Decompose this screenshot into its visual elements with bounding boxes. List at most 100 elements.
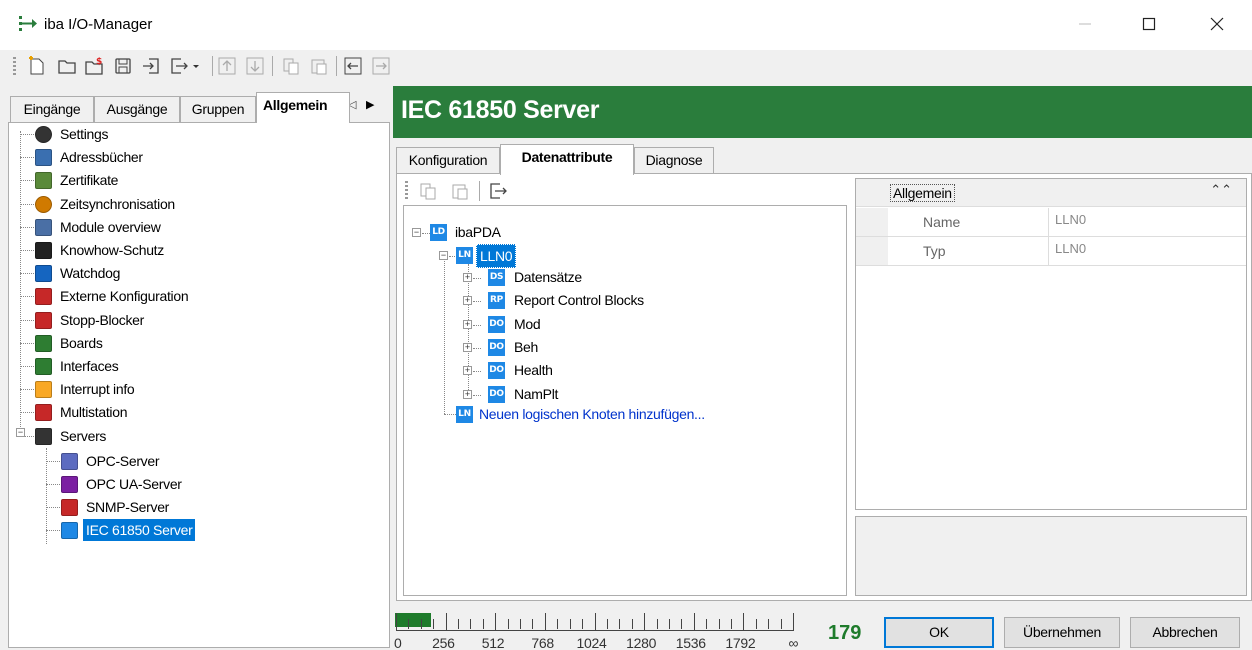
tree-item-report-control-blocks[interactable]: RP Report Control Blocks (488, 289, 748, 311)
export-icon[interactable] (168, 55, 190, 77)
expand-toggle[interactable]: + (463, 389, 472, 399)
tree-line (20, 157, 34, 159)
multistation-icon (35, 404, 52, 422)
scale-tick (470, 619, 472, 629)
tree-item-beh[interactable]: DO Beh (488, 336, 748, 358)
save-icon[interactable] (112, 55, 134, 77)
tree-item-lln0[interactable]: LN LLN0 (456, 244, 656, 268)
tab-scroll-right-icon[interactable]: ▶ (366, 98, 374, 111)
tree-line (473, 371, 481, 373)
apply-button[interactable]: Übernehmen (1004, 617, 1120, 648)
toolbar-grip[interactable] (405, 181, 408, 201)
tree-item-zertifikate[interactable]: Zertifikate (35, 169, 355, 191)
property-row[interactable]: Name LLN0 (856, 208, 1246, 237)
tree-item-mod[interactable]: DO Mod (488, 313, 748, 335)
lln0-collapse-toggle[interactable]: − (439, 251, 448, 260)
tree-item-snmp-server[interactable]: SNMP-Server (61, 496, 381, 518)
tree-item-watchdog[interactable]: Watchdog (35, 262, 355, 284)
tree-item-boards[interactable]: Boards (35, 332, 355, 354)
tree-item-label: Module overview (60, 218, 161, 235)
new-icon[interactable] (26, 55, 48, 77)
tree-item-knowhow-schutz[interactable]: Knowhow-Schutz (35, 239, 355, 261)
tree-item-adressb-cher[interactable]: Adressbücher (35, 146, 355, 168)
tree-item-label: Interfaces (60, 358, 119, 374)
tree-item-zeitsynchronisation[interactable]: Zeitsynchronisation (35, 193, 355, 215)
open-special-icon[interactable]: $ (84, 55, 106, 77)
tree-item-label: LLN0 (476, 244, 517, 268)
tree-item-ibapda[interactable]: LD ibaPDA (430, 221, 630, 243)
tree-item-opc-ua-server[interactable]: OPC UA-Server (61, 473, 381, 495)
toolbar-separator (336, 56, 337, 76)
ok-button[interactable]: OK (884, 617, 994, 648)
scale-tick (445, 613, 447, 631)
collapse-up-icon[interactable]: ⌃⌃ (1210, 182, 1232, 198)
copy-icon[interactable] (417, 180, 439, 202)
tree-item-label: Externe Konfiguration (60, 288, 189, 305)
property-row[interactable]: Typ LLN0 (856, 237, 1246, 266)
scale-tick (507, 619, 509, 629)
import-icon[interactable] (140, 55, 162, 77)
expand-toggle[interactable]: + (463, 366, 472, 376)
expand-toggle[interactable]: + (463, 319, 472, 329)
tab-gruppen[interactable]: Gruppen (180, 96, 256, 122)
paste-icon[interactable] (449, 180, 471, 202)
do-tag-icon: DO (488, 362, 505, 380)
tree-line (20, 389, 34, 391)
tree-item-iec-61850-server[interactable]: IEC 61850 Server (61, 519, 381, 542)
ibapda-collapse-toggle[interactable]: − (412, 228, 421, 237)
scale-tick (606, 619, 608, 629)
tree-item-label: NamPlt (514, 385, 559, 402)
tree-item-servers[interactable]: Servers (35, 425, 355, 447)
paste-icon[interactable] (308, 55, 330, 77)
tree-item-label: IEC 61850 Server (83, 519, 196, 542)
tab-datenattribute[interactable]: Datenattribute (500, 144, 634, 175)
add-logical-node-link[interactable]: LN Neuen logischen Knoten hinzufügen... (456, 403, 776, 425)
tree-item-stopp-blocker[interactable]: Stopp-Blocker (35, 309, 355, 331)
tab-ausgaenge[interactable]: Ausgänge (94, 96, 180, 122)
servers-collapse-toggle[interactable]: − (16, 428, 25, 437)
tree-item-settings[interactable]: Settings (35, 123, 355, 145)
scale-tick (693, 613, 695, 631)
scale-tick (569, 619, 571, 629)
scale-tick (619, 619, 621, 629)
title-bar: iba I/O-Manager (0, 0, 1252, 50)
expand-toggle[interactable]: + (463, 296, 472, 306)
property-category[interactable]: Allgemein ⌃⌃ (856, 179, 1246, 207)
open-icon[interactable] (56, 55, 78, 77)
tree-item-multistation[interactable]: Multistation (35, 401, 355, 423)
panel-splitter[interactable] (390, 86, 393, 650)
tab-allgemein[interactable]: Allgemein (256, 92, 350, 123)
tree-item-namplt[interactable]: DO NamPlt (488, 383, 748, 405)
expand-right-icon[interactable] (370, 55, 392, 77)
toolbar-separator (479, 181, 480, 201)
main-toolbar: $ (0, 52, 1252, 82)
tree-item-module-overview[interactable]: Module overview (35, 216, 355, 238)
scale-tick (520, 619, 522, 629)
minimize-button[interactable] (1062, 8, 1108, 42)
close-button[interactable] (1194, 8, 1240, 42)
scale-tick (408, 619, 410, 629)
scale-tick (631, 619, 633, 629)
cancel-button[interactable]: Abbrechen (1130, 617, 1240, 648)
move-down-icon[interactable] (244, 55, 266, 77)
tree-item-externe-konfiguration[interactable]: Externe Konfiguration (35, 285, 355, 307)
toolbar-grip[interactable] (13, 57, 16, 77)
export-dropdown-icon[interactable] (190, 55, 202, 77)
tree-item-interfaces[interactable]: Interfaces (35, 355, 355, 377)
tab-eingaenge[interactable]: Eingänge (10, 96, 94, 122)
copy-icon[interactable] (280, 55, 302, 77)
tree-item-opc-server[interactable]: OPC-Server (61, 450, 381, 472)
maximize-button[interactable] (1126, 8, 1172, 42)
move-up-icon[interactable] (216, 55, 238, 77)
tree-line (444, 254, 445, 414)
tree-item-health[interactable]: DO Health (488, 359, 748, 381)
export-icon[interactable] (487, 180, 509, 202)
tab-diagnose[interactable]: Diagnose (634, 147, 714, 174)
scale-tick (730, 619, 732, 629)
expand-toggle[interactable]: + (463, 273, 472, 282)
tree-item-interrupt-info[interactable]: Interrupt info (35, 378, 355, 400)
expand-toggle[interactable]: + (463, 342, 472, 352)
tab-konfiguration[interactable]: Konfiguration (396, 147, 500, 174)
tree-item-datens-tze[interactable]: DS Datensätze (488, 266, 748, 288)
collapse-left-icon[interactable] (342, 55, 364, 77)
